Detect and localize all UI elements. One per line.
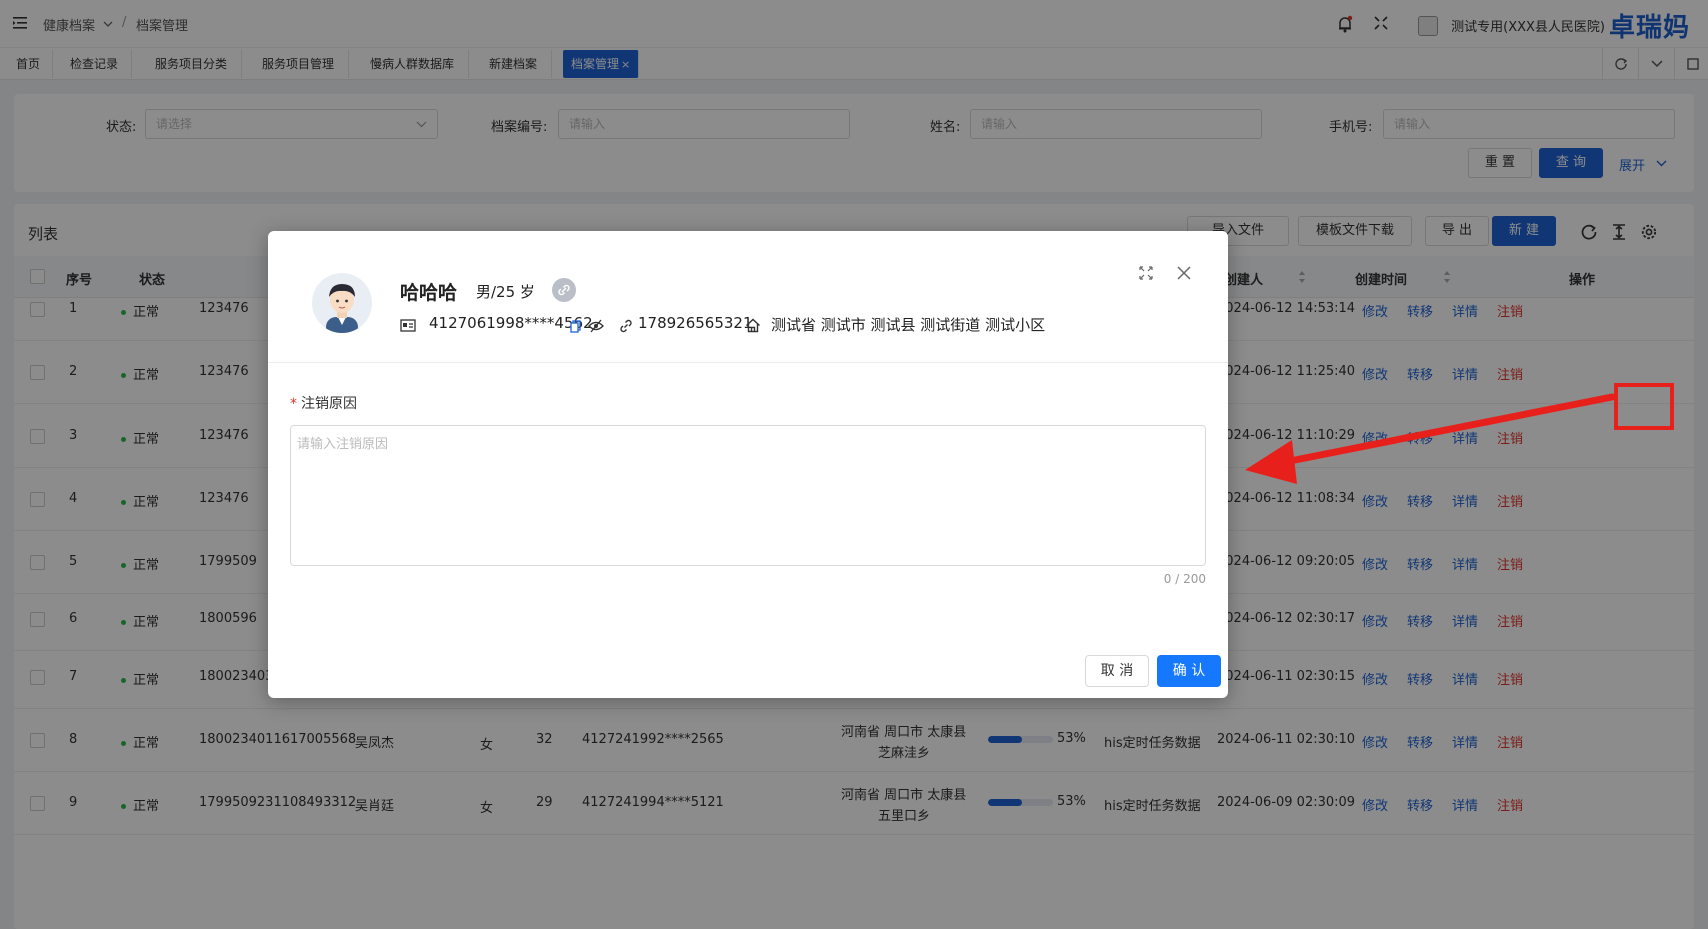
patient-avatar <box>312 273 372 333</box>
copy-icon[interactable] <box>570 320 581 333</box>
cancel-reason-label: * 注销原因 <box>290 393 357 413</box>
cancel-reason-textarea[interactable]: 请输入注销原因 <box>290 425 1206 566</box>
phone-icon <box>620 319 632 333</box>
required-mark: * <box>290 396 297 412</box>
cancel-record-dialog: 哈哈哈 男/25 岁 4127061998****4562 1789265653… <box>268 231 1228 698</box>
eye-hidden-icon[interactable] <box>588 319 604 333</box>
home-icon <box>746 318 760 333</box>
dialog-confirm-button[interactable]: 确 认 <box>1157 655 1221 687</box>
dialog-divider <box>268 362 1228 363</box>
patient-phone: 178926565321 <box>638 314 753 332</box>
id-card-icon <box>400 319 416 332</box>
link-icon[interactable] <box>552 278 576 302</box>
patient-gender-age: 男/25 岁 <box>476 283 535 301</box>
dialog-cancel-button[interactable]: 取 消 <box>1085 655 1149 687</box>
patient-name: 哈哈哈 <box>400 282 458 304</box>
annotation-highlight-box <box>1614 383 1674 430</box>
character-counter: 0 / 200 <box>1163 572 1206 586</box>
patient-address: 测试省 测试市 测试县 测试街道 测试小区 <box>771 316 1046 334</box>
cancel-reason-placeholder: 请输入注销原因 <box>297 437 389 452</box>
cancel-reason-label-text: 注销原因 <box>301 396 357 412</box>
dialog-expand-icon[interactable] <box>1136 263 1156 283</box>
patient-id-number: 4127061998****4562 <box>429 314 593 332</box>
dialog-close-icon[interactable] <box>1174 263 1194 283</box>
